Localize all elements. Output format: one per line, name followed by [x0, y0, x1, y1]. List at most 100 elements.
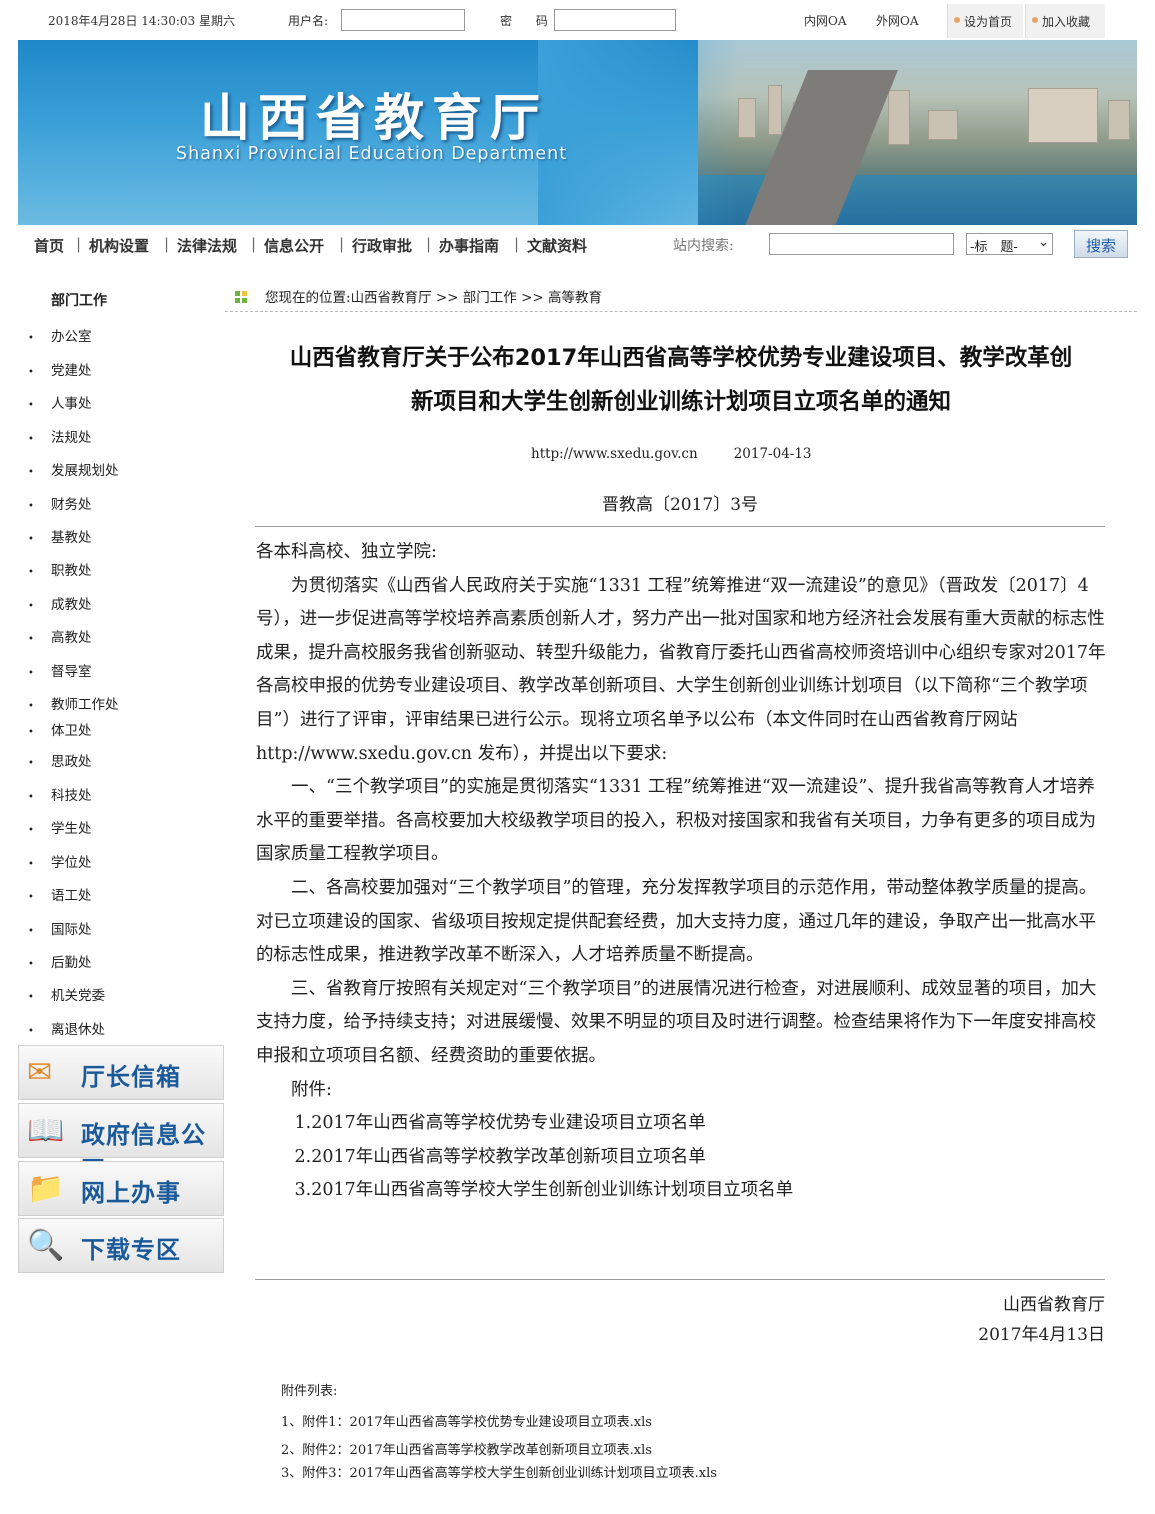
envelope-icon: ✉	[27, 1055, 53, 1090]
bullet-icon: •	[28, 992, 34, 1003]
sidebar-title: 部门工作	[51, 293, 107, 309]
sidebar-item-higher-edu[interactable]: • 高教处	[28, 626, 92, 646]
extranet-oa-link[interactable]: 外网OA	[876, 12, 919, 29]
sidebar-item-party-committee[interactable]: • 机关党委	[28, 984, 105, 1004]
folder-icon: 📁	[27, 1171, 65, 1206]
site-banner: 山西省教育厅 Shanxi Provincial Education Depar…	[18, 40, 1137, 225]
sidebar-item-international[interactable]: • 国际处	[28, 918, 92, 938]
bullet-icon: •	[28, 634, 34, 645]
tile-online-service[interactable]: 📁 网上办事	[18, 1161, 224, 1216]
nav-item-admin-approval[interactable]: 行政审批	[352, 235, 412, 256]
bullet-icon: •	[28, 701, 34, 712]
bullet-icon: •	[28, 727, 34, 738]
tile-gov-info[interactable]: 📖 政府信息公开	[18, 1103, 224, 1184]
sidebar-item-ideology[interactable]: • 思政处	[28, 750, 92, 770]
breadcrumb-home[interactable]: 山西省教育厅	[351, 290, 432, 306]
sidebar-item-degrees[interactable]: • 学位处	[28, 851, 92, 871]
intranet-oa-link[interactable]: 内网OA	[804, 12, 847, 29]
datetime-display: 2018年4月28日 14:30:03 星期六	[48, 14, 235, 28]
bullet-icon: •	[28, 400, 34, 411]
nav-item-service-guide[interactable]: 办事指南	[439, 235, 499, 256]
breadcrumb-prefix: 您现在的位置:	[265, 290, 351, 306]
attachment-file-link[interactable]: 2、附件2：2017年山西省高等学校教学改革创新项目立项表.xls	[281, 1439, 652, 1458]
add-favorite-label: 加入收藏	[1042, 15, 1091, 29]
divider	[255, 1279, 1105, 1280]
book-icon: 📖	[27, 1113, 65, 1148]
magnifier-icon: 🔍	[27, 1228, 65, 1263]
paragraph: 二、各高校要加强对“三个教学项目”的管理，充分发挥教学项目的示范作用，带动整体教…	[256, 877, 1097, 966]
nav-item-home[interactable]: 首页	[34, 235, 64, 256]
bullet-icon: •	[28, 792, 34, 803]
bullet-icon: •	[28, 434, 34, 445]
breadcrumb-separator: >>	[435, 290, 459, 306]
paragraph: 三、省教育厅按照有关规定对“三个教学项目”的进展情况进行检查，对进展顺利、成效显…	[256, 978, 1097, 1066]
attachment-item: 3.2017年山西省高等学校大学生创新创业训练计划项目立项名单	[294, 1180, 794, 1201]
attachment-file-link[interactable]: 1、附件1：2017年山西省高等学校优势专业建设项目立项表.xls	[281, 1411, 652, 1430]
tile-download[interactable]: 🔍 下载专区	[18, 1218, 224, 1273]
search-button[interactable]: 搜索	[1074, 230, 1128, 258]
sidebar-item-students[interactable]: • 学生处	[28, 817, 92, 837]
main-nav: 首页 | 机构设置 | 法律法规 | 信息公开 | 行政审批 | 办事指南 | …	[18, 227, 1137, 261]
site-subtitle: Shanxi Provincial Education Department	[176, 144, 568, 164]
salutation: 各本科高校、独立学院:	[256, 542, 437, 562]
bullet-icon: •	[28, 467, 34, 478]
article-meta: http://www.sxedu.gov.cn 2017-04-13	[531, 446, 812, 462]
sidebar-item-supervision[interactable]: • 督导室	[28, 660, 92, 680]
site-title: 山西省教育厅	[200, 89, 548, 147]
document-number: 晋教高〔2017〕3号	[601, 495, 759, 515]
attachment-label: 附件:	[291, 1079, 332, 1100]
sidebar-item-legal[interactable]: • 法规处	[28, 426, 92, 446]
bullet-icon	[954, 17, 960, 23]
paragraph: 为贯彻落实《山西省人民政府关于实施“1331 工程”统筹推进“双一流建设”的意见…	[256, 575, 1106, 764]
bullet-icon: •	[28, 758, 34, 769]
sidebar-item-office[interactable]: • 办公室	[28, 325, 92, 345]
bullet-icon: •	[28, 1026, 34, 1037]
sidebar-item-finance[interactable]: • 财务处	[28, 493, 92, 513]
bullet-icon: •	[28, 668, 34, 679]
sidebar-item-teachers[interactable]: • 教师工作处	[28, 693, 119, 713]
add-favorite-link[interactable]: 加入收藏	[1025, 4, 1105, 38]
breadcrumb-dept-work[interactable]: 部门工作	[463, 290, 517, 306]
grid-icon	[235, 291, 247, 303]
city-photo	[698, 40, 1137, 225]
bullet-icon: •	[28, 367, 34, 378]
username-label: 用户名:	[288, 14, 329, 28]
search-field-select[interactable]: -标 题- ⌄	[966, 233, 1053, 255]
password-input[interactable]	[554, 9, 676, 31]
paragraph: 一、“三个教学项目”的实施是贯彻落实“1331 工程”统筹推进“双一流建设”、提…	[256, 777, 1096, 865]
bullet-icon	[1032, 17, 1038, 23]
sidebar-item-sports-health[interactable]: • 体卫处	[28, 719, 92, 739]
sign-date: 2017年4月13日	[978, 1325, 1105, 1345]
attachment-file-link[interactable]: 3、附件3：2017年山西省高等学校大学生创新创业训练计划项目立项表.xls	[281, 1462, 717, 1481]
sidebar-item-adult-edu[interactable]: • 成教处	[28, 593, 92, 613]
sidebar-item-planning[interactable]: • 发展规划处	[28, 459, 119, 479]
bullet-icon: •	[28, 333, 34, 344]
attachment-item: 1.2017年山西省高等学校优势专业建设项目立项名单	[294, 1113, 706, 1134]
nav-item-laws[interactable]: 法律法规	[177, 235, 237, 256]
signer: 山西省教育厅	[1003, 1295, 1105, 1315]
nav-item-documents[interactable]: 文献资料	[527, 235, 587, 256]
search-input[interactable]	[769, 233, 954, 255]
bullet-icon: •	[28, 501, 34, 512]
nav-item-organization[interactable]: 机构设置	[89, 235, 149, 256]
breadcrumb: 您现在的位置:山西省教育厅 >> 部门工作 >> 高等教育	[225, 282, 1137, 312]
bullet-icon: •	[28, 926, 34, 937]
sidebar-item-personnel[interactable]: • 人事处	[28, 392, 92, 412]
set-homepage-link[interactable]: 设为首页	[947, 4, 1023, 38]
sidebar-item-science[interactable]: • 科技处	[28, 784, 92, 804]
username-input[interactable]	[341, 9, 465, 31]
search-field-value: -标 题-	[970, 240, 1018, 255]
tile-director-mailbox[interactable]: ✉ 厅长信箱	[18, 1045, 224, 1100]
bullet-icon: •	[28, 859, 34, 870]
sidebar-item-basic-edu[interactable]: • 基教处	[28, 526, 92, 546]
sidebar-item-vocational[interactable]: • 职教处	[28, 559, 92, 579]
article-title: 山西省教育厅关于公布2017年山西省高等学校优势专业建设项目、教学改革创 新项目…	[289, 345, 1073, 415]
breadcrumb-higher-edu[interactable]: 高等教育	[548, 290, 602, 306]
sidebar-item-language[interactable]: • 语工处	[28, 884, 92, 904]
sidebar-item-party[interactable]: • 党建处	[28, 359, 92, 379]
article-source: http://www.sxedu.gov.cn	[531, 446, 698, 462]
nav-item-info-disclosure[interactable]: 信息公开	[264, 235, 324, 256]
divider	[255, 526, 1105, 527]
sidebar-item-logistics[interactable]: • 后勤处	[28, 951, 92, 971]
sidebar-item-retirees[interactable]: • 离退休处	[28, 1018, 105, 1038]
